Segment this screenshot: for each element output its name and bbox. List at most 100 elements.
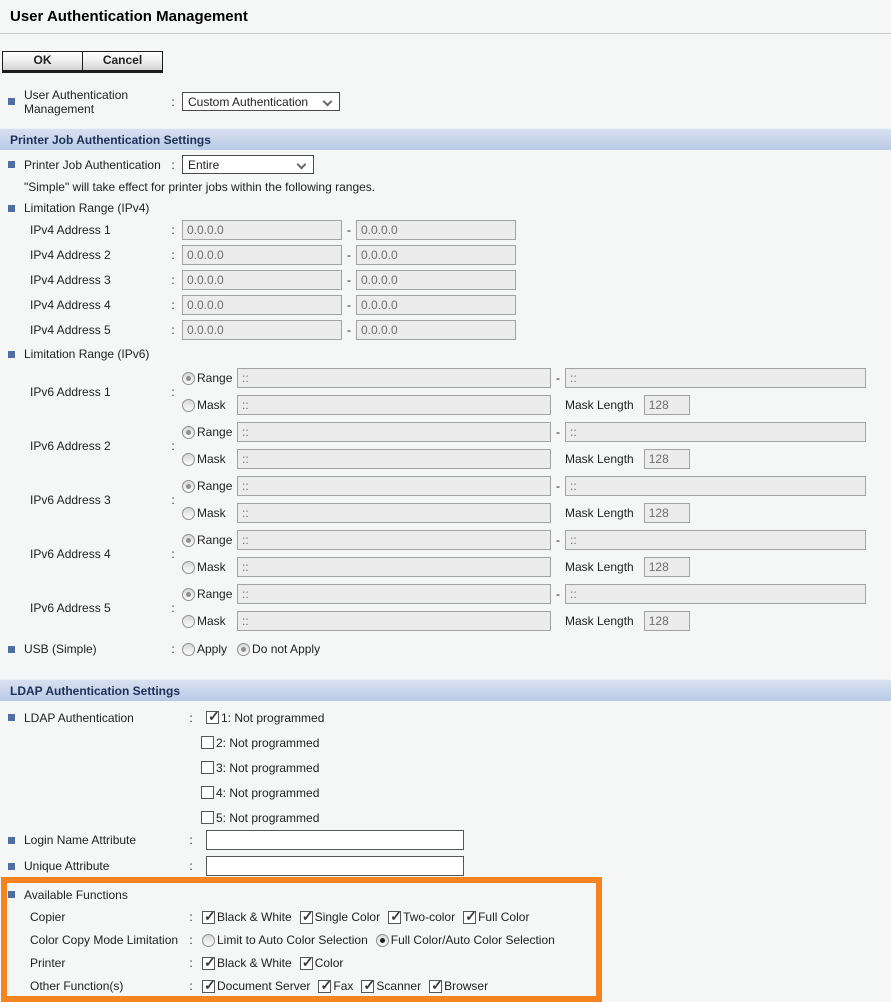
colon: : bbox=[170, 547, 176, 561]
scanner-checkbox[interactable] bbox=[361, 980, 374, 993]
dash: - bbox=[342, 223, 356, 237]
ldap-server-1-checkbox[interactable] bbox=[206, 711, 219, 724]
printer-color-label: Color bbox=[315, 956, 344, 970]
fax-checkbox[interactable] bbox=[318, 980, 331, 993]
available-functions-label: Available Functions bbox=[24, 888, 128, 902]
user-auth-management-select[interactable]: Custom Authentication bbox=[182, 92, 340, 111]
ipv4-from-input bbox=[182, 295, 342, 315]
ipv4-from-input bbox=[182, 245, 342, 265]
colon: : bbox=[170, 601, 176, 615]
ldap-server-3-checkbox[interactable] bbox=[201, 761, 214, 774]
limitation-range-ipv4-label: Limitation Range (IPv4) bbox=[24, 201, 149, 215]
ipv4-from-input bbox=[182, 320, 342, 340]
ipv6-address-block: IPv6 Address 5: Range - Mask Mask Length bbox=[0, 584, 891, 631]
copier-black-white-checkbox[interactable] bbox=[202, 911, 215, 924]
copier-full-color-checkbox[interactable] bbox=[463, 911, 476, 924]
colon: : bbox=[170, 223, 176, 237]
colon: : bbox=[188, 711, 194, 725]
copier-two-color-checkbox[interactable] bbox=[388, 911, 401, 924]
printer-label: Printer bbox=[30, 956, 188, 970]
browser-checkbox[interactable] bbox=[429, 980, 442, 993]
printer-black-white-label: Black & White bbox=[217, 956, 292, 970]
full-color-auto-radio[interactable] bbox=[376, 934, 389, 947]
cancel-button[interactable]: Cancel bbox=[83, 52, 162, 70]
dash: - bbox=[342, 298, 356, 312]
ipv6-range-to-input bbox=[565, 476, 866, 496]
bullet-icon bbox=[8, 161, 15, 168]
ipv4-address-row: IPv4 Address 4 : - bbox=[0, 295, 891, 315]
ldap-server-5-checkbox[interactable] bbox=[201, 811, 214, 824]
ok-button[interactable]: OK bbox=[3, 52, 82, 70]
copier-label: Copier bbox=[30, 910, 188, 924]
ipv6-range-from-input bbox=[237, 368, 551, 388]
available-functions-highlight: Available Functions Copier : Black & Whi… bbox=[1, 877, 602, 1002]
login-name-attribute-input[interactable] bbox=[206, 830, 464, 850]
dash: - bbox=[342, 323, 356, 337]
ipv6-mask-input bbox=[237, 449, 551, 469]
dash: - bbox=[551, 587, 565, 601]
usb-do-not-apply-radio[interactable] bbox=[237, 643, 250, 656]
bullet-icon bbox=[8, 837, 15, 844]
dash: - bbox=[551, 425, 565, 439]
user-auth-management-label: User Authentication Management bbox=[24, 88, 170, 116]
other-functions-label: Other Function(s) bbox=[30, 979, 188, 993]
ipv4-to-input bbox=[356, 220, 516, 240]
unique-attribute-input[interactable] bbox=[206, 856, 464, 876]
ipv4-address-row: IPv4 Address 1 : - bbox=[0, 220, 891, 240]
colon: : bbox=[170, 385, 176, 399]
colon: : bbox=[170, 298, 176, 312]
ipv6-mask-input bbox=[237, 503, 551, 523]
colon: : bbox=[170, 95, 176, 109]
mask-length-input bbox=[644, 503, 690, 523]
colon: : bbox=[170, 158, 176, 172]
ipv4-to-input bbox=[356, 270, 516, 290]
ldap-server-1-label: 1: Not programmed bbox=[221, 711, 324, 725]
ipv6-range-label: Range bbox=[197, 587, 237, 601]
user-auth-management-value: Custom Authentication bbox=[188, 95, 308, 109]
ipv6-range-to-input bbox=[565, 368, 866, 388]
ldap-server-5-label: 5: Not programmed bbox=[216, 811, 319, 825]
document-server-checkbox[interactable] bbox=[202, 980, 215, 993]
limit-auto-color-radio[interactable] bbox=[202, 934, 215, 947]
colon: : bbox=[188, 833, 194, 847]
ipv6-range-to-input bbox=[565, 584, 866, 604]
chevron-down-icon bbox=[297, 160, 307, 170]
ipv6-mask-label: Mask bbox=[197, 398, 237, 412]
ldap-server-2-label: 2: Not programmed bbox=[216, 736, 319, 750]
mask-length-input bbox=[644, 611, 690, 631]
colon: : bbox=[170, 439, 176, 453]
bullet-icon bbox=[8, 714, 15, 721]
printer-job-auth-label: Printer Job Authentication bbox=[24, 158, 170, 172]
ipv6-range-from-input bbox=[237, 530, 551, 550]
ipv6-mask-radio bbox=[182, 453, 195, 466]
usb-apply-radio[interactable] bbox=[182, 643, 195, 656]
ipv4-from-input bbox=[182, 270, 342, 290]
colon: : bbox=[170, 642, 176, 656]
printer-job-auth-section-header: Printer Job Authentication Settings bbox=[0, 128, 891, 150]
unique-attribute-label: Unique Attribute bbox=[24, 859, 188, 873]
ipv4-address-row: IPv4 Address 5 : - bbox=[0, 320, 891, 340]
title-divider bbox=[0, 33, 891, 34]
colon: : bbox=[188, 933, 194, 947]
printer-color-checkbox[interactable] bbox=[300, 957, 313, 970]
ipv6-range-radio bbox=[182, 588, 195, 601]
copier-single-color-checkbox[interactable] bbox=[300, 911, 313, 924]
mask-length-input bbox=[644, 449, 690, 469]
ldap-auth-row: 3: Not programmed bbox=[0, 759, 891, 776]
user-auth-management-row: User Authentication Management : Custom … bbox=[0, 91, 891, 112]
bullet-icon bbox=[8, 646, 15, 653]
ldap-server-4-checkbox[interactable] bbox=[201, 786, 214, 799]
login-name-attribute-label: Login Name Attribute bbox=[24, 833, 188, 847]
printer-black-white-checkbox[interactable] bbox=[202, 957, 215, 970]
ipv6-mask-radio bbox=[182, 399, 195, 412]
printer-job-auth-select[interactable]: Entire bbox=[182, 155, 314, 174]
color-copy-mode-row: Color Copy Mode Limitation : Limit to Au… bbox=[7, 932, 596, 948]
bullet-icon bbox=[8, 205, 15, 212]
ldap-server-2-checkbox[interactable] bbox=[201, 736, 214, 749]
usb-do-not-apply-label: Do not Apply bbox=[252, 642, 320, 656]
ldap-auth-row: LDAP Authentication : 1: Not programmed bbox=[0, 709, 891, 726]
ipv6-range-radio bbox=[182, 426, 195, 439]
ldap-auth-label: LDAP Authentication bbox=[24, 711, 188, 725]
ipv4-to-input bbox=[356, 245, 516, 265]
other-functions-row: Other Function(s) : Document Server Fax … bbox=[7, 978, 596, 994]
